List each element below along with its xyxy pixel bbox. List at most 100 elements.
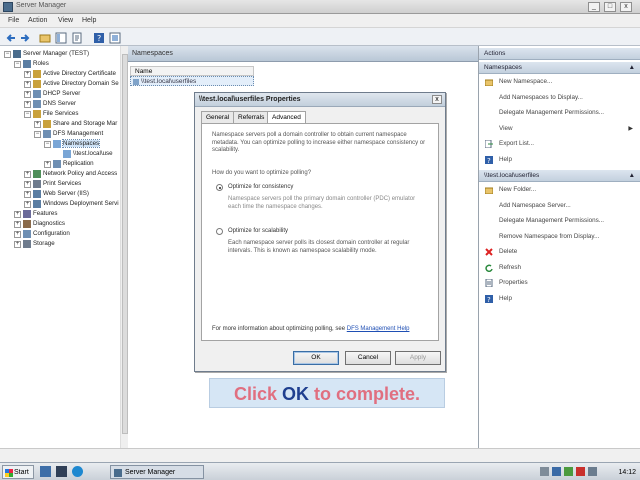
expand-icon[interactable]: + (14, 230, 21, 238)
tree-item[interactable]: − File Services (24, 109, 78, 119)
action-item[interactable]: Add Namespaces to Display... (479, 92, 640, 104)
collapse-caret-icon[interactable]: ▲ (629, 64, 635, 71)
action-item[interactable]: Refresh (479, 262, 640, 274)
powershell-quicklaunch-icon[interactable] (56, 466, 67, 477)
expand-icon[interactable]: + (14, 210, 21, 218)
tree-item[interactable]: + Storage (14, 239, 55, 249)
tray-flag-icon[interactable] (576, 467, 585, 476)
tree-item[interactable]: − Roles (14, 59, 49, 69)
expand-icon[interactable]: + (24, 100, 31, 108)
taskbar-server-manager-button[interactable]: Server Manager (110, 465, 204, 479)
action-item[interactable]: ? Help (479, 293, 640, 305)
tray-network-icon[interactable] (564, 467, 573, 476)
up-folder-icon[interactable] (38, 31, 51, 43)
export-icon (484, 139, 493, 149)
expand-icon[interactable]: + (34, 120, 41, 128)
ok-button[interactable]: OK (293, 351, 339, 365)
tab-general[interactable]: General (201, 111, 235, 123)
tree-item[interactable]: + Windows Deployment Servi (24, 199, 119, 209)
expand-icon[interactable]: + (24, 90, 31, 98)
cancel-button[interactable]: Cancel (345, 351, 391, 365)
start-button[interactable]: Start (2, 465, 34, 479)
tray-keyboard-icon[interactable] (540, 467, 549, 476)
optimize-scalability-radio[interactable] (216, 228, 223, 235)
tree-item[interactable]: + Active Directory Domain Se (24, 79, 119, 89)
tree-item[interactable]: + Diagnostics (14, 219, 65, 229)
menu-help[interactable]: Help (82, 17, 96, 24)
tree-item[interactable]: + DNS Server (24, 99, 76, 109)
tree-scrollbar[interactable] (120, 46, 128, 448)
menu-file[interactable]: File (8, 17, 19, 24)
action-item[interactable]: New Folder... (479, 184, 640, 196)
action-item-label: Export List... (499, 140, 534, 147)
tray-monitor-icon[interactable] (552, 467, 561, 476)
server-manager-quicklaunch-icon[interactable] (40, 466, 51, 477)
properties-toolbar-icon[interactable] (70, 31, 82, 44)
tab-referrals[interactable]: Referrals (233, 111, 270, 123)
apply-button[interactable]: Apply (395, 351, 441, 365)
dfs-management-help-link[interactable]: DFS Management Help (347, 326, 410, 332)
tree-item[interactable]: + Network Policy and Access (24, 169, 117, 179)
optimize-consistency-radio[interactable] (216, 184, 223, 191)
close-button[interactable]: x (620, 2, 632, 12)
action-item[interactable]: Add Namespace Server... (479, 200, 640, 212)
action-item[interactable]: Export List... (479, 138, 640, 150)
tree-item[interactable]: \\test.local\use (54, 149, 113, 159)
expand-icon[interactable]: + (24, 70, 31, 78)
action-item[interactable]: Properties (479, 277, 640, 289)
expand-icon[interactable]: + (14, 240, 21, 248)
action-item[interactable]: ? Help (479, 154, 640, 166)
action-item[interactable]: Delete (479, 246, 640, 258)
column-header-name[interactable]: Name (130, 66, 254, 76)
collapse-icon[interactable]: − (4, 50, 11, 58)
dialog-close-button[interactable]: x (432, 95, 442, 104)
action-item[interactable]: Delegate Management Permissions... (479, 107, 640, 119)
menu-view[interactable]: View (58, 17, 73, 24)
collapse-icon[interactable]: − (14, 60, 21, 68)
expand-icon[interactable]: + (24, 200, 31, 208)
help-toolbar-icon[interactable]: ? (92, 31, 104, 43)
tree-item[interactable]: + Print Services (24, 179, 81, 189)
tree-item[interactable]: − Server Manager (TEST) (4, 49, 89, 59)
show-tree-icon[interactable] (54, 31, 67, 44)
tree-item[interactable]: − DFS Management (34, 129, 103, 139)
expand-icon[interactable]: + (24, 180, 31, 188)
action-item[interactable]: Delegate Management Permissions... (479, 215, 640, 227)
action-item[interactable]: New Namespace... (479, 76, 640, 88)
collapse-icon[interactable]: − (24, 110, 31, 118)
system-tray: 14:12 (536, 465, 640, 479)
expand-icon[interactable]: + (24, 170, 31, 178)
action-item[interactable]: View ▶ (479, 123, 640, 135)
expand-icon[interactable]: + (44, 160, 51, 168)
optimize-consistency-label[interactable]: Optimize for consistency (228, 184, 428, 192)
back-arrow-icon[interactable] (4, 31, 16, 43)
tree-item[interactable]: + Configuration (14, 229, 70, 239)
expand-icon[interactable]: + (14, 220, 21, 228)
maximize-button[interactable]: □ (604, 2, 616, 12)
tree-item[interactable]: + Replication (44, 159, 94, 169)
tree-item[interactable]: + Active Directory Certificate (24, 69, 116, 79)
collapse-icon[interactable]: − (34, 130, 41, 138)
optimize-scalability-label[interactable]: Optimize for scalability (228, 228, 428, 236)
clock[interactable]: 14:12 (618, 469, 636, 476)
mmc-console-icon[interactable] (108, 31, 121, 44)
namespace-list-row[interactable]: \\test.local\userfiles (130, 76, 254, 86)
tree-item[interactable]: − Namespaces (44, 139, 101, 149)
tree-item[interactable]: + DHCP Server (24, 89, 80, 99)
actions-section-namespaces[interactable]: Namespaces ▲ (479, 62, 640, 74)
internet-explorer-quicklaunch-icon[interactable] (72, 466, 83, 477)
menu-action[interactable]: Action (28, 17, 47, 24)
tree-item-label: DNS Server (43, 100, 77, 107)
collapse-caret-icon[interactable]: ▲ (629, 172, 635, 179)
expand-icon[interactable]: + (24, 190, 31, 198)
expand-icon[interactable]: + (24, 80, 31, 88)
tree-item[interactable]: + Features (14, 209, 57, 219)
action-item[interactable]: Remove Namespace from Display... (479, 231, 640, 243)
tree-item[interactable]: + Web Server (IIS) (24, 189, 89, 199)
collapse-icon[interactable]: − (44, 140, 51, 148)
actions-section-userfiles[interactable]: \\test.local\userfiles ▲ (479, 170, 640, 182)
minimize-button[interactable]: _ (588, 2, 600, 12)
tray-volume-icon[interactable] (588, 467, 597, 476)
tree-item[interactable]: + Share and Storage Mar (34, 119, 117, 129)
forward-arrow-icon[interactable] (18, 31, 30, 43)
